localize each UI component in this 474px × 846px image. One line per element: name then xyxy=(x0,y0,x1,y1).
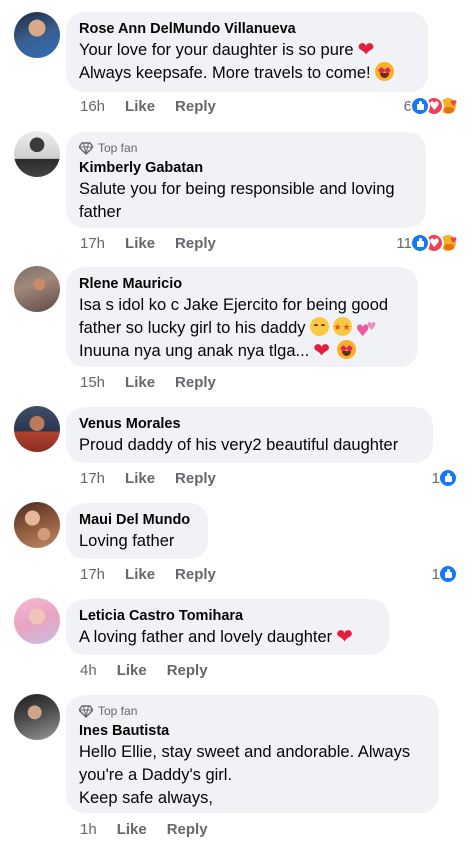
comment-time[interactable]: 1h xyxy=(80,821,97,838)
comment-text: Isa s idol ko c Jake Ejercito for being … xyxy=(79,294,404,363)
comment-text: Hello Ellie, stay sweet and andorable. A… xyxy=(79,741,425,810)
comment-bubble: Rose Ann DelMundo Villanueva Your love f… xyxy=(66,12,428,92)
comment-actions: 17h Like Reply xyxy=(80,233,216,253)
red-heart-emoji xyxy=(358,40,378,58)
comment-line: Keep safe always, xyxy=(79,789,213,807)
smiling-face-emoji xyxy=(309,317,329,336)
comment-bubble: Leticia Castro Tomihara A loving father … xyxy=(66,599,389,655)
avatar[interactable] xyxy=(14,598,60,644)
reaction-summary[interactable]: 6 xyxy=(404,95,458,117)
avatar[interactable] xyxy=(14,131,60,177)
comment-line: Hello Ellie, stay sweet and andorable. A… xyxy=(79,743,411,761)
comment-line: Inuuna nya ung anak nya tlga... xyxy=(79,342,310,360)
avatar[interactable] xyxy=(14,406,60,452)
top-fan-label: Top fan xyxy=(98,704,138,718)
comment-line: A loving father and lovely daughter xyxy=(79,628,333,646)
like-icon xyxy=(438,564,458,584)
comment-text: Loving father xyxy=(79,530,194,553)
avatar[interactable] xyxy=(14,266,60,312)
commenter-name[interactable]: Kimberly Gabatan xyxy=(79,159,412,178)
comment-time[interactable]: 17h xyxy=(80,470,105,487)
comment-line: Isa s idol ko c Jake Ejercito for being … xyxy=(79,296,389,314)
avatar[interactable] xyxy=(14,502,60,548)
comment-actions: 15h Like Reply xyxy=(80,372,216,392)
top-fan-badge: Top fan xyxy=(79,703,425,719)
commenter-name[interactable]: Leticia Castro Tomihara xyxy=(79,607,375,626)
diamond-icon xyxy=(79,142,93,155)
like-button[interactable]: Like xyxy=(125,374,155,391)
like-icon xyxy=(410,96,430,116)
comment-line: father xyxy=(79,203,122,221)
comment-bubble: Maui Del Mundo Loving father xyxy=(66,503,208,559)
comment-bubble: Rlene Mauricio Isa s idol ko c Jake Ejer… xyxy=(66,267,418,367)
star-struck-emoji xyxy=(332,317,352,340)
comment-line: Salute you for being responsible and lov… xyxy=(79,180,395,198)
like-button[interactable]: Like xyxy=(125,235,155,252)
comment-actions: 17h Like Reply xyxy=(80,468,216,488)
comment-bubble: Top fan Kimberly Gabatan Salute you for … xyxy=(66,132,426,228)
comment-actions: 17h Like Reply xyxy=(80,564,216,584)
reply-button[interactable]: Reply xyxy=(175,374,216,391)
comment-line: Proud daddy of his very2 beautiful daugh… xyxy=(79,436,399,454)
red-heart-emoji xyxy=(313,341,333,359)
comment-time[interactable]: 17h xyxy=(80,235,105,252)
reply-button[interactable]: Reply xyxy=(175,235,216,252)
commenter-name[interactable]: Maui Del Mundo xyxy=(79,511,194,530)
reply-button[interactable]: Reply xyxy=(167,662,208,679)
commenter-name[interactable]: Venus Morales xyxy=(79,415,419,434)
comment-text: Salute you for being responsible and lov… xyxy=(79,178,412,224)
like-button[interactable]: Like xyxy=(125,98,155,115)
comment-text: A loving father and lovely daughter xyxy=(79,626,375,649)
like-icon xyxy=(438,468,458,488)
reply-button[interactable]: Reply xyxy=(167,821,208,838)
comment-time[interactable]: 16h xyxy=(80,98,105,115)
comment-line: you're a Daddy's girl. xyxy=(79,766,233,784)
comment-actions: 16h Like Reply xyxy=(80,96,216,116)
comment-bubble: Top fan Ines Bautista Hello Ellie, stay … xyxy=(66,695,439,813)
like-button[interactable]: Like xyxy=(125,470,155,487)
reply-button[interactable]: Reply xyxy=(175,470,216,487)
comment-time[interactable]: 4h xyxy=(80,662,97,679)
reply-button[interactable]: Reply xyxy=(175,98,216,115)
avatar[interactable] xyxy=(14,12,60,58)
comment-actions: 1h Like Reply xyxy=(80,819,208,839)
commenter-name[interactable]: Ines Bautista xyxy=(79,722,425,741)
red-heart-emoji xyxy=(336,627,356,645)
diamond-icon xyxy=(79,705,93,718)
like-button[interactable]: Like xyxy=(125,566,155,583)
comment-text: Your love for your daughter is so pure A… xyxy=(79,39,414,85)
like-button[interactable]: Like xyxy=(117,821,147,838)
reaction-summary[interactable]: 1 xyxy=(432,563,458,585)
two-hearts-emoji xyxy=(356,315,378,342)
commenter-name[interactable]: Rlene Mauricio xyxy=(79,275,404,294)
comment-line: Loving father xyxy=(79,532,175,550)
avatar[interactable] xyxy=(14,694,60,740)
comment-line: Your love for your daughter is so pure xyxy=(79,41,354,59)
comment-line: Always keepsafe. More travels to come! xyxy=(79,64,371,82)
comment-time[interactable]: 17h xyxy=(80,566,105,583)
comment-time[interactable]: 15h xyxy=(80,374,105,391)
top-fan-label: Top fan xyxy=(98,141,138,155)
comment-bubble: Venus Morales Proud daddy of his very2 b… xyxy=(66,407,433,463)
comment-actions: 4h Like Reply xyxy=(80,660,208,680)
reaction-summary[interactable]: 11 xyxy=(396,232,458,254)
like-button[interactable]: Like xyxy=(117,662,147,679)
comment-text: Proud daddy of his very2 beautiful daugh… xyxy=(79,434,419,457)
heart-eyes-emoji xyxy=(374,62,394,81)
reaction-summary[interactable]: 1 xyxy=(432,467,458,489)
heart-eyes-emoji xyxy=(337,340,357,359)
like-icon xyxy=(410,233,430,253)
top-fan-badge: Top fan xyxy=(79,140,412,156)
reply-button[interactable]: Reply xyxy=(175,566,216,583)
comment-line: father so lucky girl to his daddy xyxy=(79,319,306,337)
